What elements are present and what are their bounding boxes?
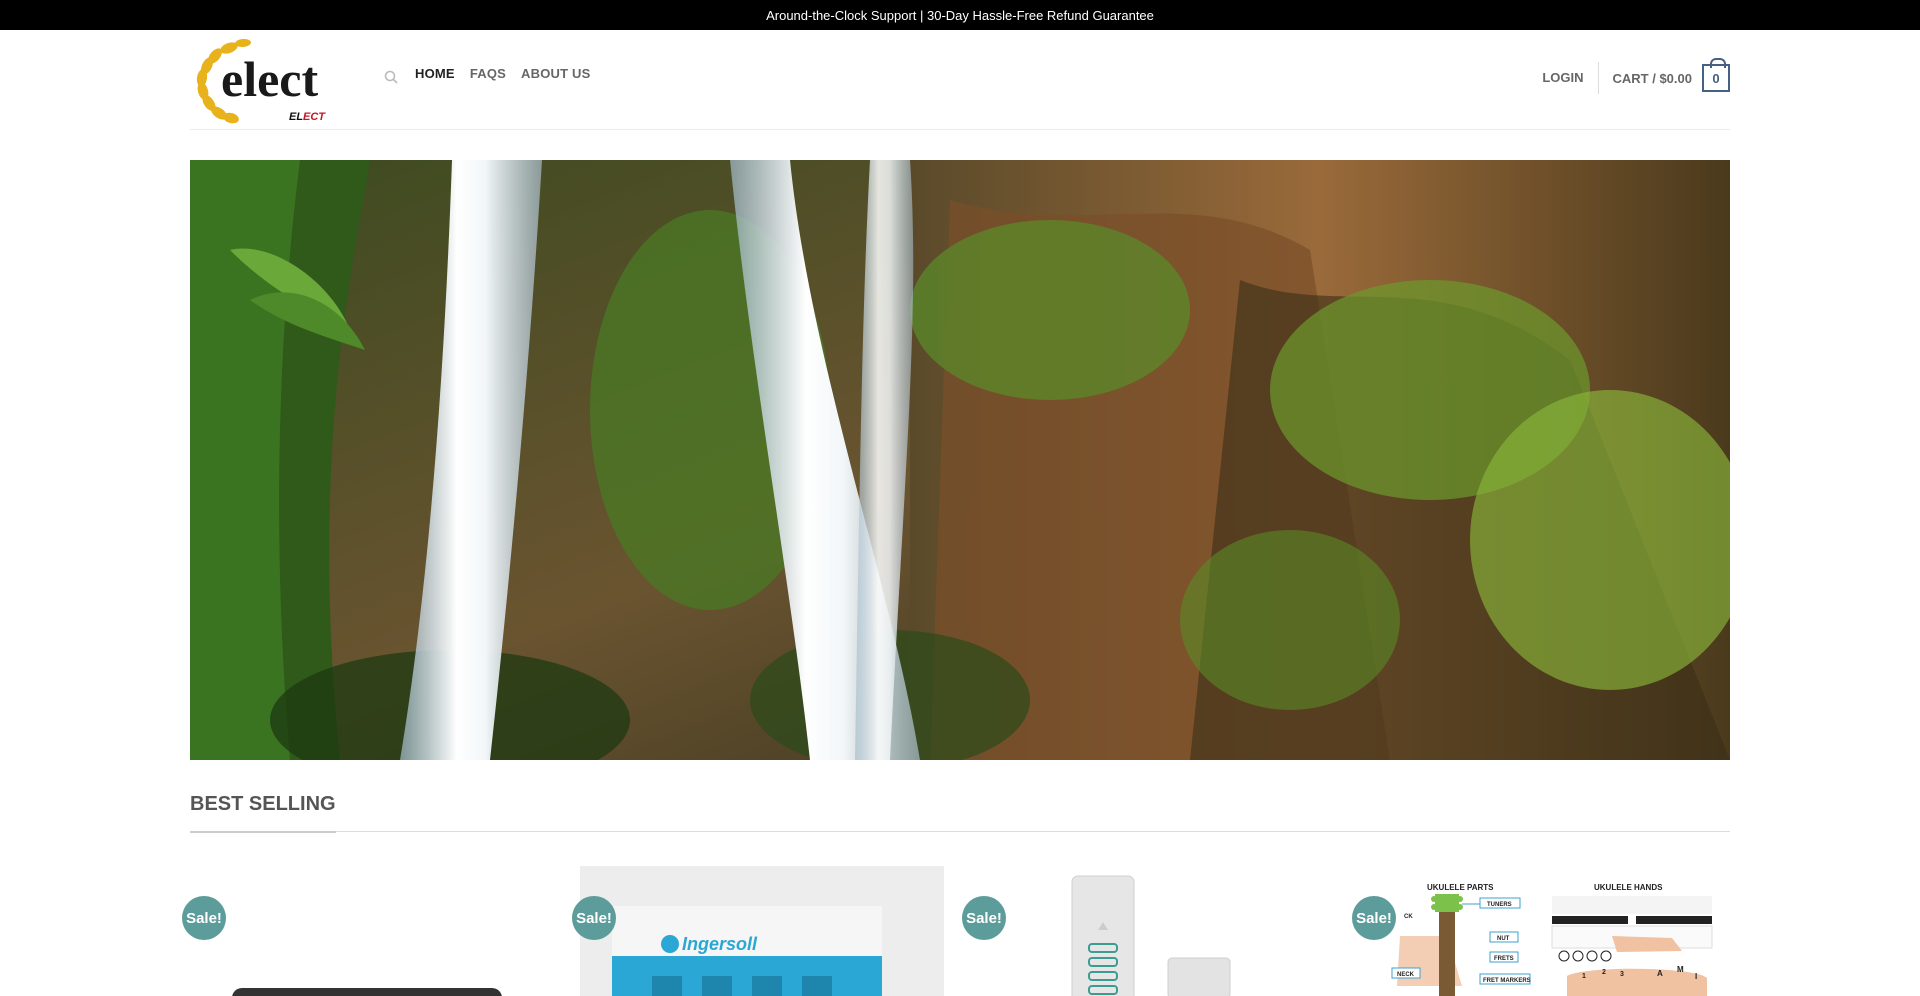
sale-badge: Sale! [1352,896,1396,940]
main-nav: HOME FAQS ABOUT US [415,66,591,81]
product-card[interactable]: Sale! [182,866,554,996]
sale-badge: Sale! [962,896,1006,940]
section-title: BEST SELLING [190,791,336,833]
waterfall-hero-image [190,160,1730,760]
search-icon[interactable] [384,70,398,84]
site-logo[interactable]: elect EL ECT [193,34,333,126]
product-card[interactable]: Sale! UKULELE PARTS CK TUNERS NUT FRETS … [1352,866,1724,996]
cart-link[interactable]: CART / $0.00 0 [1599,58,1730,92]
product-image [232,988,502,996]
sale-badge: Sale! [572,896,616,940]
svg-text:I: I [1695,972,1697,981]
svg-text:Ingersoll: Ingersoll [682,934,758,954]
site-header: elect EL ECT HOME FAQS ABOUT US LOGIN CA… [190,30,1730,130]
best-selling-section: BEST SELLING [190,790,1730,833]
announcement-text: Around-the-Clock Support | 30-Day Hassle… [766,7,1154,23]
product-image: UKULELE PARTS CK TUNERS NUT FRETS NECK F… [1391,883,1713,996]
svg-text:A: A [1657,969,1663,978]
laurel-logo-icon: elect EL ECT [196,38,326,124]
svg-text:ECT: ECT [303,111,326,123]
svg-text:elect: elect [221,51,318,107]
hero-banner [190,160,1730,760]
svg-text:UKULELE PARTS: UKULELE PARTS [1427,883,1494,892]
cart-label: CART / $0.00 [1612,70,1692,86]
announcement-bar: Around-the-Clock Support | 30-Day Hassle… [0,0,1920,30]
product-image [1071,875,1231,996]
svg-text:NUT: NUT [1497,936,1510,942]
svg-text:1: 1 [1582,973,1586,980]
nav-home[interactable]: HOME [415,66,455,81]
svg-text:3: 3 [1620,971,1624,978]
login-link[interactable]: LOGIN [1542,62,1599,94]
product-card[interactable]: Sale! Ingersoll [572,866,944,996]
cart-count-icon: 0 [1702,58,1730,92]
account-nav: LOGIN CART / $0.00 0 [1542,58,1730,94]
svg-text:NECK: NECK [1397,972,1415,978]
sale-badge: Sale! [182,896,226,940]
nav-about-us[interactable]: ABOUT US [521,66,591,81]
svg-text:UKULELE HANDS: UKULELE HANDS [1594,883,1663,892]
svg-text:CK: CK [1404,914,1413,920]
svg-text:FRETS: FRETS [1494,956,1514,962]
product-image: Ingersoll [580,866,944,996]
svg-text:TUNERS: TUNERS [1487,902,1512,908]
svg-text:2: 2 [1602,969,1606,976]
svg-text:FRET MARKERS: FRET MARKERS [1483,978,1531,984]
product-grid: Sale! Sale! Ingersoll Sale! Sale! UKULEL… [182,866,1738,996]
svg-text:M: M [1677,965,1684,974]
svg-text:EL: EL [289,111,303,123]
nav-faqs[interactable]: FAQS [470,66,506,81]
product-card[interactable]: Sale! [962,866,1334,996]
